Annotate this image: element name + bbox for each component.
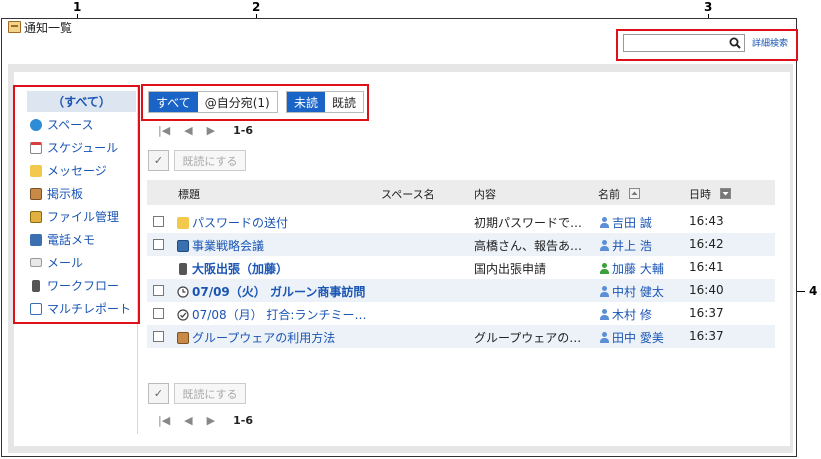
row-subject-text: 07/08（月） 打合:ランチミー… <box>192 308 367 322</box>
workflow-icon <box>179 262 187 275</box>
pager-bottom: |◀ ◀ ▶ 1-6 <box>158 414 253 427</box>
row-time: 16:41 <box>689 260 724 274</box>
row-subject-link[interactable]: 07/08（月） 打合:ランチミー… <box>177 306 366 323</box>
row-subject-link[interactable]: 07/09（火） ガルーン商事訪問 <box>177 283 365 300</box>
callout-box-1 <box>13 85 140 324</box>
row-subject-text: パスワードの送付 <box>192 216 289 230</box>
column-header-name[interactable]: 名前 <box>598 186 640 202</box>
mark-read-button[interactable]: 既読にする <box>174 150 246 171</box>
callout-number-2: 2 <box>252 0 261 14</box>
row-content: グループウェアの… <box>474 331 582 345</box>
pager-top: |◀ ◀ ▶ 1-6 <box>158 124 253 137</box>
next-page-icon[interactable]: ▶ <box>207 124 215 137</box>
message-icon <box>177 216 189 229</box>
page-range: 1-6 <box>233 124 253 137</box>
row-subject-text: グループウェアの利用方法 <box>192 331 336 345</box>
user-icon <box>599 331 610 344</box>
row-sender-link[interactable]: 加藤 大輔 <box>599 260 664 277</box>
row-time: 16:42 <box>689 237 724 251</box>
sort-descending-icon[interactable] <box>719 188 731 199</box>
callout-box-3 <box>616 29 798 61</box>
next-page-icon[interactable]: ▶ <box>207 414 215 427</box>
page-title-text: 通知一覧 <box>24 20 73 35</box>
table-row[interactable]: グループウェアの利用方法 グループウェアの… 田中 愛美 16:37 <box>147 325 775 348</box>
row-sender-link[interactable]: 田中 愛美 <box>599 329 664 346</box>
clock-icon <box>177 285 189 298</box>
table-row[interactable]: 事業戦略会議 高橋さん、報告あ… 井上 浩 16:42 <box>147 233 775 256</box>
row-sender-text: 木村 修 <box>612 308 652 322</box>
table-row[interactable]: パスワードの送付 初期パスワードで… 吉田 誠 16:43 <box>147 210 775 233</box>
prev-page-icon[interactable]: ◀ <box>184 124 192 137</box>
callout-number-3: 3 <box>704 0 713 14</box>
bulletin-icon <box>177 331 189 344</box>
prev-page-icon[interactable]: ◀ <box>184 414 192 427</box>
table-row[interactable]: 07/09（火） ガルーン商事訪問 中村 健太 16:40 <box>147 279 775 302</box>
row-content: 高橋さん、報告あ… <box>474 239 583 253</box>
page-title: 通知一覧 <box>8 17 72 37</box>
row-checkbox[interactable] <box>153 331 164 342</box>
user-icon <box>599 239 610 252</box>
first-page-icon[interactable]: |◀ <box>158 124 170 137</box>
row-sender-text: 中村 健太 <box>612 285 664 299</box>
column-header-subject: 標題 <box>178 188 200 201</box>
user-icon <box>599 285 610 298</box>
notification-list-icon <box>8 21 21 33</box>
bulletin-icon <box>177 239 189 252</box>
row-sender-link[interactable]: 中村 健太 <box>599 283 664 300</box>
row-subject-link[interactable]: 事業戦略会議 <box>177 237 264 254</box>
row-subject-link[interactable]: パスワードの送付 <box>177 214 288 231</box>
row-subject-link[interactable]: 大阪出張（加藤） <box>177 260 288 277</box>
row-time: 16:40 <box>689 283 724 297</box>
callout-number-1: 1 <box>73 0 82 14</box>
row-sender-text: 田中 愛美 <box>612 331 664 345</box>
table-header <box>147 180 775 205</box>
row-checkbox[interactable] <box>153 216 164 227</box>
select-all-button[interactable]: ✓ <box>148 150 169 171</box>
column-header-content: 内容 <box>474 188 496 201</box>
callout-number-4: 4 <box>809 284 818 298</box>
row-subject-text: 事業戦略会議 <box>192 239 265 253</box>
row-content: 国内出張申請 <box>474 262 547 276</box>
row-sender-link[interactable]: 吉田 誠 <box>599 214 652 231</box>
column-header-time-label: 日時 <box>689 188 711 201</box>
callout-box-2 <box>141 84 369 121</box>
row-subject-text: 大阪出張（加藤） <box>192 262 289 276</box>
row-content: 初期パスワードで… <box>474 216 583 230</box>
row-time: 16:37 <box>689 306 724 320</box>
row-time: 16:37 <box>689 329 724 343</box>
select-all-button-bottom[interactable]: ✓ <box>148 383 169 404</box>
row-sender-link[interactable]: 木村 修 <box>599 306 652 323</box>
row-time: 16:43 <box>689 214 724 228</box>
row-checkbox[interactable] <box>153 239 164 250</box>
page-range: 1-6 <box>233 414 253 427</box>
row-sender-text: 加藤 大輔 <box>612 262 664 276</box>
column-header-name-label: 名前 <box>598 188 620 201</box>
first-page-icon[interactable]: |◀ <box>158 414 170 427</box>
row-subject-link[interactable]: グループウェアの利用方法 <box>177 329 335 346</box>
table-row[interactable]: 大阪出張（加藤） 国内出張申請 加藤 大輔 16:41 <box>147 256 775 279</box>
table-row[interactable]: 07/08（月） 打合:ランチミー… 木村 修 16:37 <box>147 302 775 325</box>
row-subject-text: 07/09（火） ガルーン商事訪問 <box>192 285 366 299</box>
row-checkbox[interactable] <box>153 308 164 319</box>
mark-read-button-bottom[interactable]: 既読にする <box>174 383 246 404</box>
sort-ascending-icon[interactable] <box>628 188 640 199</box>
row-checkbox[interactable] <box>153 285 164 296</box>
clock-check-icon <box>177 308 189 321</box>
column-header-space: スペース名 <box>381 188 435 201</box>
row-sender-link[interactable]: 井上 浩 <box>599 237 652 254</box>
user-icon <box>599 262 610 275</box>
user-icon <box>599 308 610 321</box>
row-sender-text: 吉田 誠 <box>612 216 652 230</box>
row-sender-text: 井上 浩 <box>612 239 652 253</box>
column-header-time[interactable]: 日時 <box>689 186 731 202</box>
user-icon <box>599 216 610 229</box>
